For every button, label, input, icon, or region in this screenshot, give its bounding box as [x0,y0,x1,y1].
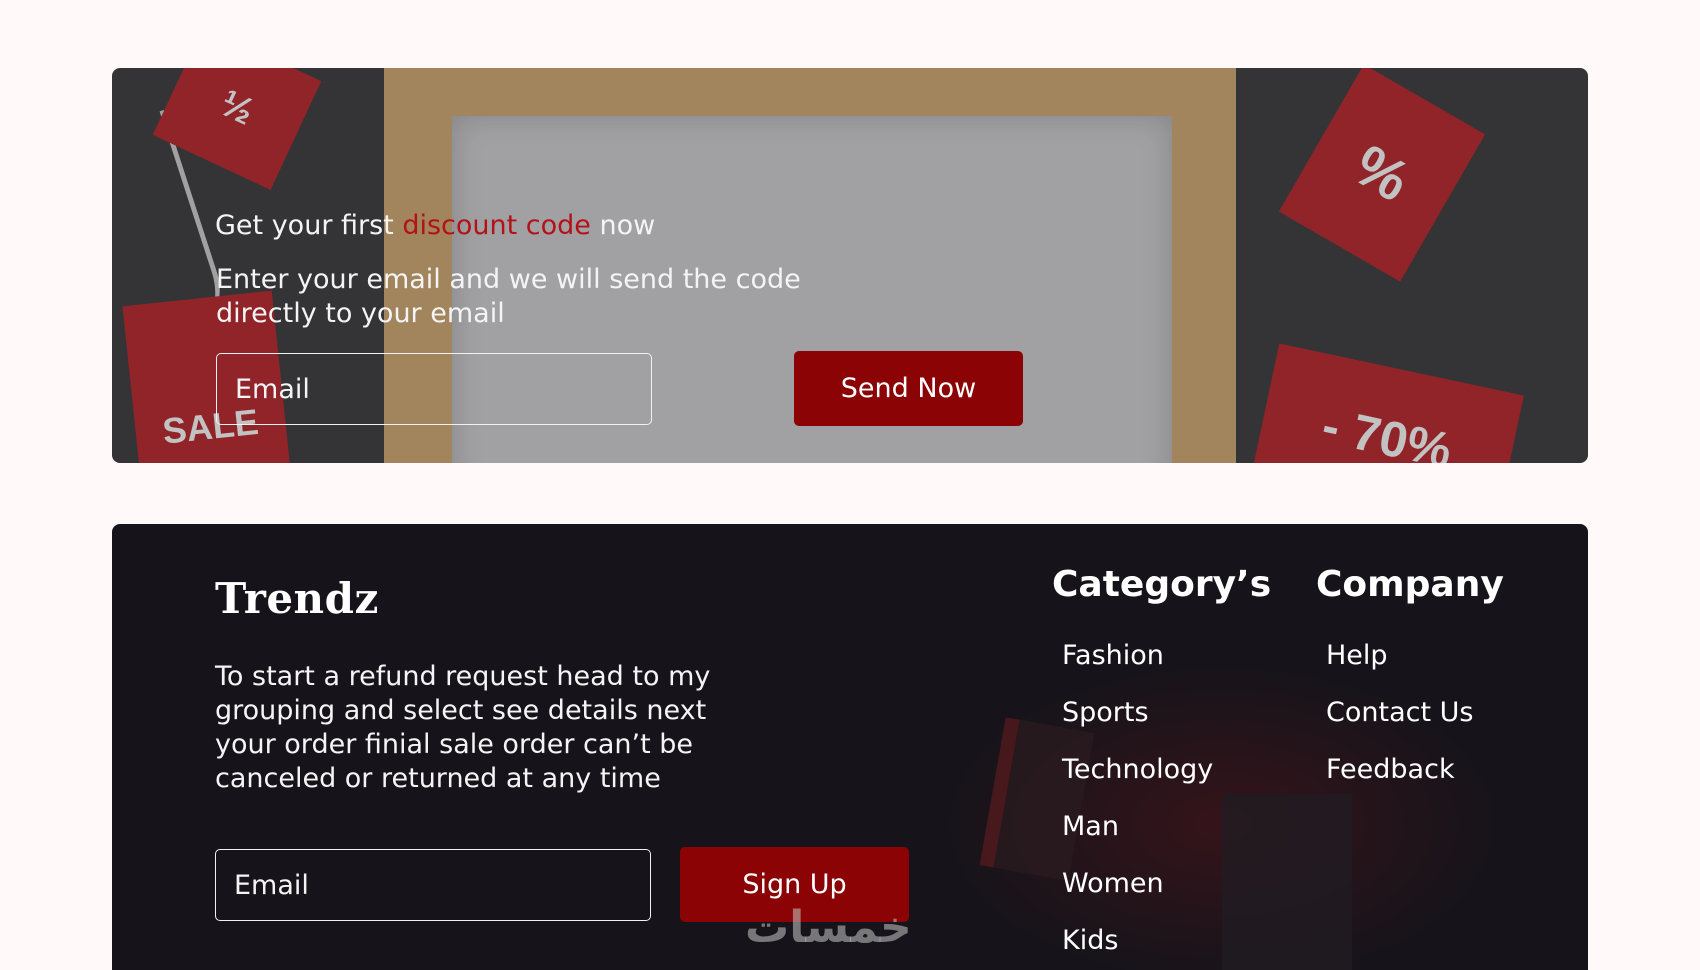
categories-heading: Category’s [1052,564,1272,605]
category-link-fashion[interactable]: Fashion [1062,636,1213,693]
company-heading: Company [1316,564,1504,605]
banner-content: Get your first discount code now Enter y… [215,68,1115,463]
newsletter-email-placeholder: Email [234,869,309,901]
brand-logo[interactable]: Trendz [215,574,379,623]
discount-banner: ½ SALE % - 70% Get your first discount c… [112,68,1588,463]
refund-description: To start a refund request head to my gro… [215,661,711,794]
newsletter-email-input[interactable]: Email [215,849,651,921]
company-link-contact-us[interactable]: Contact Us [1326,693,1473,750]
shopping-bag-image [1222,794,1352,970]
promo-description: Enter your email and we will send the co… [216,264,801,329]
company-link-feedback[interactable]: Feedback [1326,750,1473,807]
promo-heading: Get your first discount code now [215,210,655,241]
category-link-kids[interactable]: Kids [1062,921,1213,970]
category-link-women[interactable]: Women [1062,864,1213,921]
promo-email-placeholder: Email [235,373,310,405]
category-link-technology[interactable]: Technology [1062,750,1213,807]
watermark: خمسات [745,902,912,953]
category-link-sports[interactable]: Sports [1062,693,1213,750]
company-link-help[interactable]: Help [1326,636,1473,693]
promo-heading-start: Get your first [215,210,403,241]
company-list: Help Contact Us Feedback [1326,636,1473,807]
send-now-button[interactable]: Send Now [794,351,1023,426]
promo-heading-end: now [590,210,656,241]
promo-heading-highlight: discount code [402,210,591,241]
category-link-man[interactable]: Man [1062,807,1213,864]
promo-email-input[interactable]: Email [216,353,652,425]
categories-list: Fashion Sports Technology Man Women Kids [1062,636,1213,970]
